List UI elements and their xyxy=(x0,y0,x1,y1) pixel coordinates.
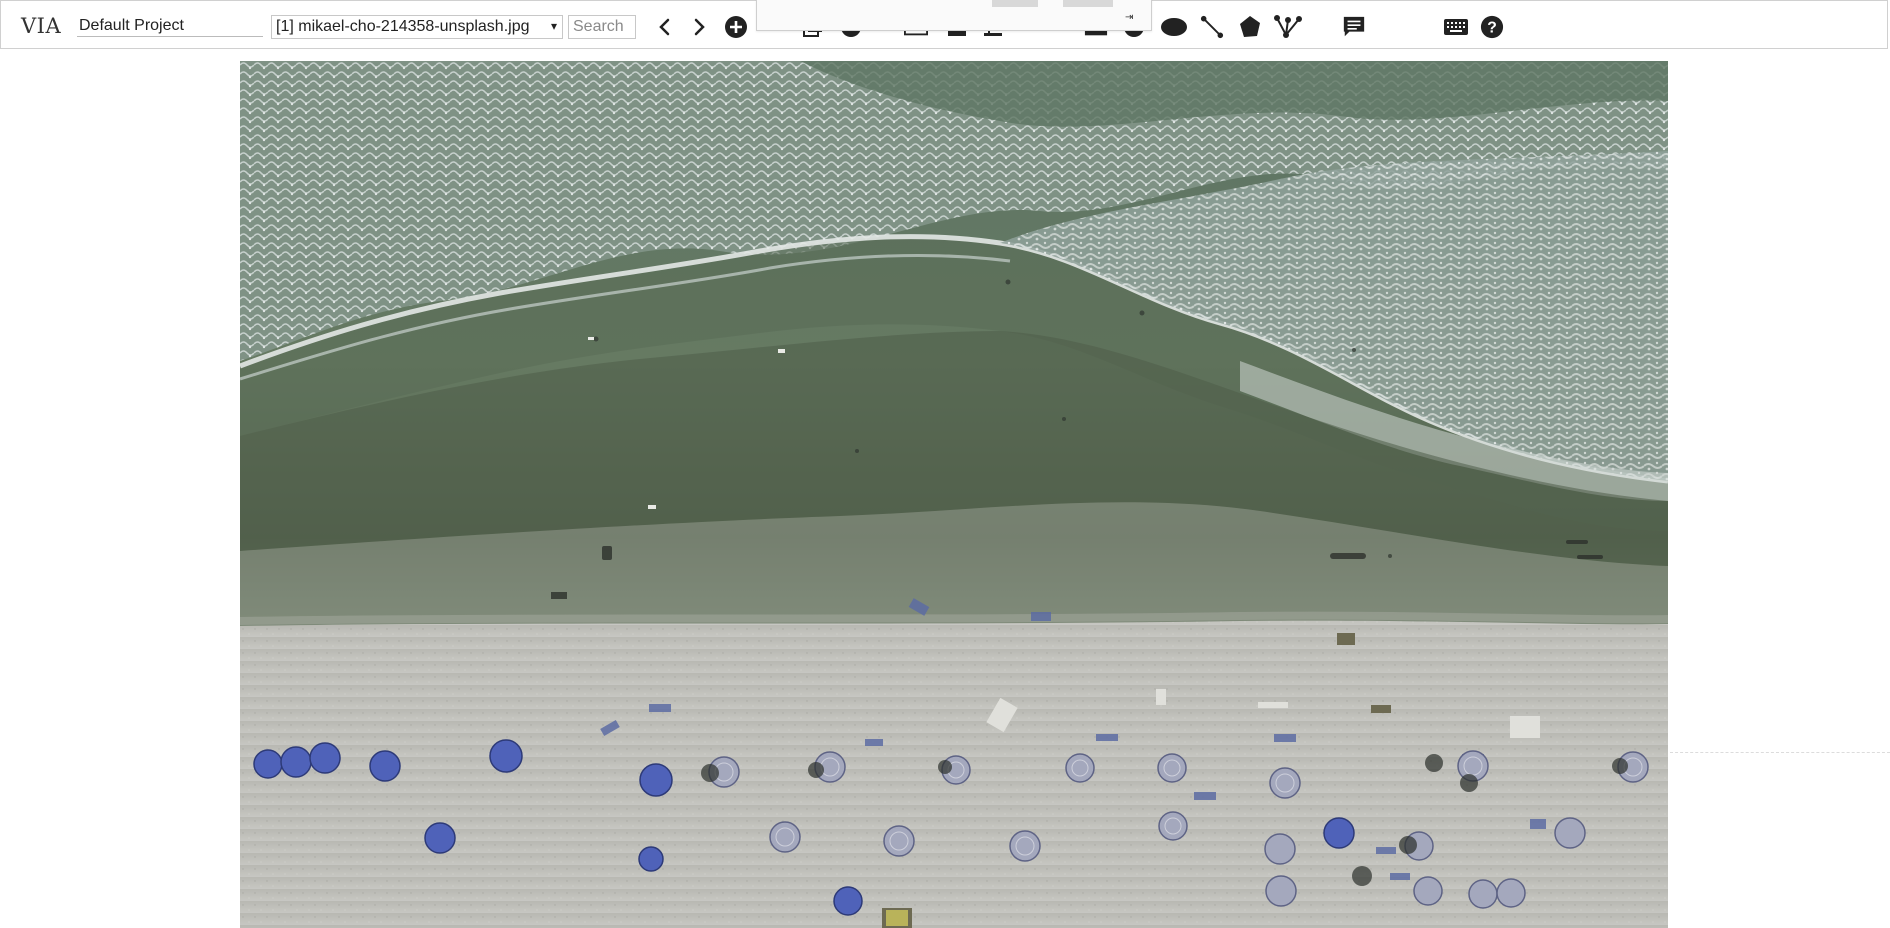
canvas-guide-line xyxy=(1670,752,1890,753)
help-icon[interactable]: ? xyxy=(1480,15,1504,39)
chevron-down-icon: ▾ xyxy=(550,19,557,33)
annotation-editor-icon[interactable] xyxy=(1342,15,1366,39)
svg-text:?: ? xyxy=(1487,20,1497,37)
image-file-select[interactable]: [1] mikael-cho-214358-unsplash.jpg ▾ xyxy=(271,15,563,39)
region-shape-dropdown-panel[interactable]: ⇥ xyxy=(756,0,1152,31)
prev-image-icon[interactable] xyxy=(653,15,677,39)
next-image-icon[interactable] xyxy=(687,15,711,39)
ellipse-region-icon[interactable] xyxy=(1160,15,1188,39)
dropdown-band xyxy=(992,0,1038,7)
polyline-region-icon[interactable] xyxy=(1200,15,1224,39)
polygon-region-icon[interactable] xyxy=(1238,15,1262,39)
image-file-select-value: [1] mikael-cho-214358-unsplash.jpg xyxy=(276,18,530,35)
dropdown-band xyxy=(1063,0,1113,7)
search-input[interactable] xyxy=(568,15,636,39)
project-name-input[interactable] xyxy=(77,15,263,37)
keyboard-shortcuts-icon[interactable] xyxy=(1443,15,1469,39)
beach-aerial-image xyxy=(240,61,1668,928)
image-canvas[interactable] xyxy=(240,61,1668,928)
collapse-arrow-icon[interactable]: ⇥ xyxy=(1125,12,1133,23)
top-toolbar: VIA [1] mikael-cho-214358-unsplash.jpg ▾ xyxy=(0,0,1888,49)
polygon-graph-icon[interactable] xyxy=(1273,15,1303,39)
via-logo: VIA xyxy=(21,14,62,38)
add-file-icon[interactable] xyxy=(724,15,748,39)
